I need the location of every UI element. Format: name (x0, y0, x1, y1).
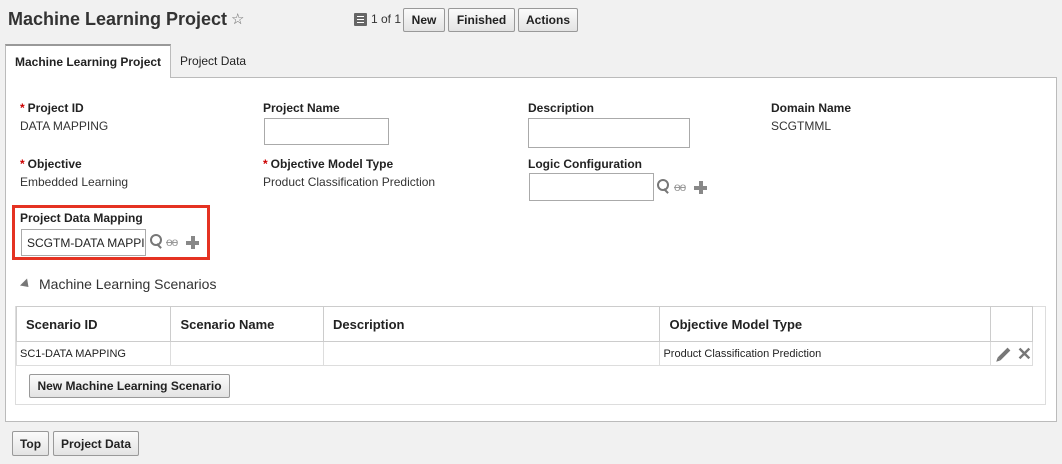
objective-model-type-cell: Product Classification Prediction (659, 341, 991, 366)
actions-cell: ✕ (989, 341, 1034, 366)
description-textarea[interactable] (528, 118, 690, 148)
column-header: Description (322, 306, 661, 342)
collapse-triangle-icon (19, 277, 33, 291)
scenario-id-cell: SC1-DATA MAPPING (15, 341, 172, 366)
project-name-input[interactable] (264, 118, 389, 145)
scenarios-title: Machine Learning Scenarios (39, 276, 217, 292)
view-glasses-icon[interactable]: oo (674, 180, 686, 194)
add-plus-icon[interactable] (694, 181, 707, 194)
tab-project-data[interactable]: Project Data (171, 44, 255, 77)
column-header-actions (989, 306, 1034, 342)
pager-text: 1 of 1 (371, 12, 402, 26)
tab-bar: Machine Learning Project Project Data (5, 44, 255, 78)
scenarios-section-toggle[interactable]: Machine Learning Scenarios (19, 276, 217, 292)
new-machine-learning-scenario-button[interactable]: New Machine Learning Scenario (29, 374, 230, 398)
top-button[interactable]: Top (12, 431, 49, 456)
logic-configuration-input[interactable] (529, 173, 654, 201)
table-row[interactable]: SC1-DATA MAPPING Product Classification … (15, 341, 1034, 366)
actions-button[interactable]: Actions (518, 8, 578, 32)
objective-model-type-value: Product Classification Prediction (263, 175, 436, 189)
project-name-label: Project Name (263, 101, 340, 115)
finished-button[interactable]: Finished (448, 8, 515, 32)
new-button[interactable]: New (403, 8, 445, 32)
description-label: Description (528, 101, 595, 115)
required-marker: * (20, 101, 25, 115)
column-header: Scenario Name (170, 306, 324, 342)
pager: 1 of 1 (354, 12, 401, 26)
description-cell (322, 341, 661, 366)
required-marker: * (20, 157, 25, 171)
objective-label: * Objective (20, 157, 82, 171)
required-marker: * (263, 157, 268, 171)
page-title: Machine Learning Project (8, 9, 228, 29)
edit-pencil-icon[interactable] (997, 347, 1011, 360)
domain-name-label: Domain Name (771, 101, 852, 115)
domain-name-value: SCGTMML (771, 119, 831, 133)
delete-x-icon[interactable]: ✕ (1017, 345, 1032, 363)
scenarios-table: Scenario ID Scenario Name Description Ob… (15, 306, 1034, 366)
scenario-name-cell (170, 341, 324, 366)
highlight-box (12, 205, 210, 260)
column-header: Objective Model Type (659, 306, 991, 342)
column-header: Scenario ID (15, 306, 172, 342)
search-icon[interactable] (657, 179, 671, 195)
project-id-value: DATA MAPPING (20, 119, 109, 133)
objective-model-type-label: * Objective Model Type (263, 157, 394, 171)
favorite-star-icon[interactable]: ☆ (231, 10, 244, 28)
logic-configuration-label: Logic Configuration (528, 157, 642, 171)
list-icon[interactable] (354, 12, 367, 26)
project-id-label: * Project ID (20, 101, 84, 115)
project-data-button[interactable]: Project Data (53, 431, 139, 456)
objective-value: Embedded Learning (20, 175, 129, 189)
tab-machine-learning-project[interactable]: Machine Learning Project (5, 44, 172, 78)
